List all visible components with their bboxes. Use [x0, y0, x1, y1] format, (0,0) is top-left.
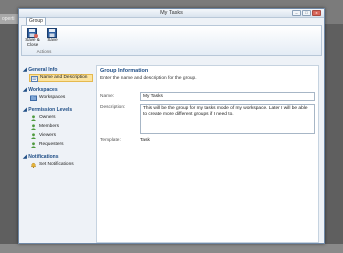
user-icon — [31, 115, 36, 121]
user-icon — [31, 133, 36, 139]
nav-header-notifications: ◢ Notifications — [23, 154, 59, 160]
nav-header-workspaces: ◢ Workspaces — [23, 87, 58, 93]
nav-header-notifications-label: Notifications — [28, 154, 59, 160]
navigation-sidebar: ◢ General Info Name and Description ◢ Wo… — [23, 65, 95, 241]
background-bottom-bar — [0, 244, 343, 253]
nav-item-owners[interactable]: Owners — [29, 114, 93, 122]
background-label: operti — [2, 16, 15, 22]
close-button[interactable]: x — [312, 10, 321, 16]
name-field[interactable]: My Tasks — [140, 92, 315, 101]
nav-item-owners-label: Owners — [39, 115, 56, 120]
template-value: Task — [140, 138, 150, 143]
user-icon — [31, 142, 36, 148]
title-bar: My Tasks – □ x — [19, 9, 324, 18]
nav-header-general-info: ◢ General Info — [23, 67, 58, 73]
nav-header-permission-levels: ◢ Permission Levels — [23, 107, 73, 113]
name-label: Name: — [100, 94, 115, 99]
nav-item-set-notifications-label: Set Notifications — [39, 162, 74, 167]
nav-item-members[interactable]: Members — [29, 123, 93, 131]
nav-item-workspaces-label: Workspaces — [39, 95, 66, 100]
nav-item-members-label: Members — [39, 124, 59, 129]
description-field[interactable]: This will be the group for my tasks mode… — [140, 104, 315, 134]
nav-item-viewers-label: Viewers — [39, 133, 56, 138]
nav-item-workspaces[interactable]: Workspaces — [29, 94, 93, 102]
nav-item-name-description[interactable]: Name and Description — [29, 74, 93, 82]
save-label: Save — [47, 37, 58, 42]
nav-item-requesters-label: Requesters — [39, 142, 64, 147]
nav-header-permission-levels-label: Permission Levels — [28, 107, 73, 113]
nav-item-name-description-label: Name and Description — [40, 75, 88, 80]
description-label: Description: — [100, 105, 126, 110]
nav-item-requesters[interactable]: Requesters — [29, 141, 93, 149]
panel-subtitle: Enter the name and description for the g… — [100, 76, 197, 81]
workspace-icon — [30, 95, 37, 101]
maximize-button[interactable]: □ — [302, 10, 311, 16]
user-icon — [31, 124, 36, 130]
background-right-panel — [325, 24, 343, 244]
bell-icon — [30, 162, 37, 168]
save-button[interactable]: Save — [44, 28, 61, 48]
group-information-panel: Group Information Enter the name and des… — [96, 65, 319, 243]
tab-group[interactable]: Group — [26, 17, 46, 25]
save-close-label-line2: Close — [26, 41, 39, 47]
minimize-button[interactable]: – — [292, 10, 301, 16]
window-controls: – □ x — [292, 10, 321, 16]
nav-header-workspaces-label: Workspaces — [28, 87, 58, 93]
save-and-close-button[interactable]: Save & Close — [24, 28, 41, 48]
window-title: My Tasks — [160, 10, 183, 16]
ribbon: Save & Close Save Actions — [21, 25, 322, 56]
panel-title: Group Information — [100, 68, 149, 74]
nav-header-general-info-label: General Info — [28, 67, 58, 73]
info-card-icon — [31, 76, 38, 82]
actions-group-label: Actions — [36, 49, 52, 54]
template-label: Template: — [100, 138, 121, 143]
nav-item-viewers[interactable]: Viewers — [29, 132, 93, 140]
group-dialog: My Tasks – □ x Group Save & Close Save A… — [18, 8, 325, 244]
background-left-panel — [0, 24, 18, 244]
nav-item-set-notifications[interactable]: Set Notifications — [29, 161, 93, 169]
